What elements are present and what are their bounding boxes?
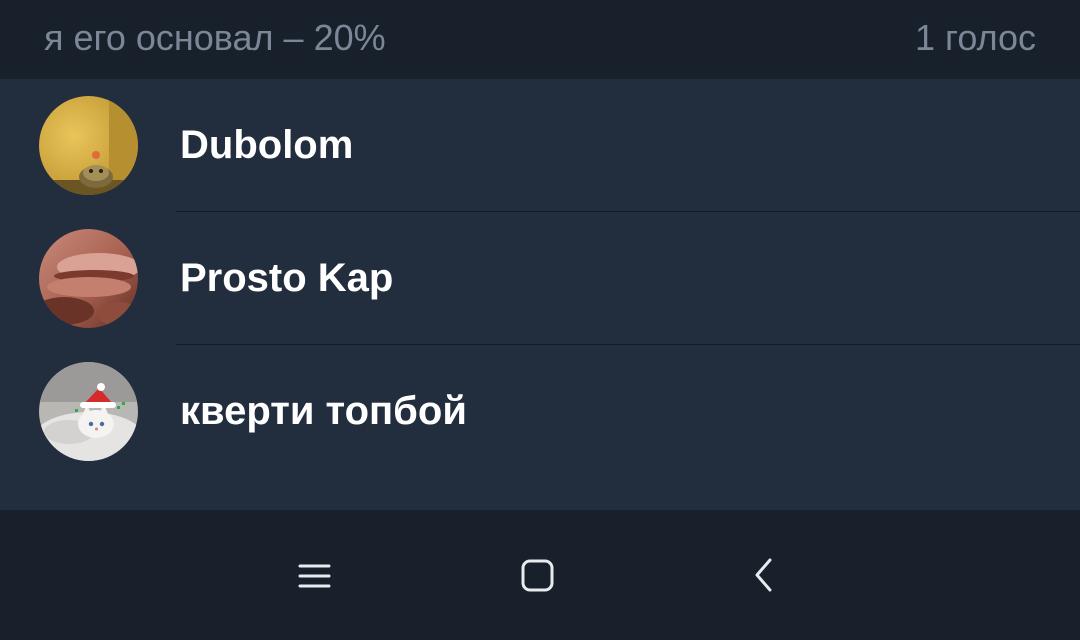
lizard-avatar[interactable] (39, 96, 138, 195)
home-icon[interactable] (507, 548, 567, 608)
cat-santa-hat-avatar[interactable] (39, 362, 138, 461)
voter-row[interactable]: кверти топбой (0, 345, 1080, 478)
voter-row[interactable]: Prosto Kap (0, 212, 1080, 345)
menu-icon[interactable] (284, 548, 344, 608)
closeup-avatar[interactable] (39, 229, 138, 328)
system-navigation-bar (0, 510, 1080, 640)
voter-name: Dubolom (180, 123, 354, 167)
poll-option-header: я его основал – 20% 1 голос (0, 0, 1080, 79)
voter-row[interactable]: Dubolom (0, 79, 1080, 212)
voter-name: кверти топбой (180, 389, 467, 433)
voter-name: Prosto Kap (180, 256, 394, 300)
voter-list: Dubolom Prosto Kap кверти топбой (0, 79, 1080, 510)
vote-count: 1 голос (914, 17, 1036, 58)
poll-option-title: я его основал – 20% (44, 17, 386, 58)
back-icon[interactable] (734, 548, 794, 608)
